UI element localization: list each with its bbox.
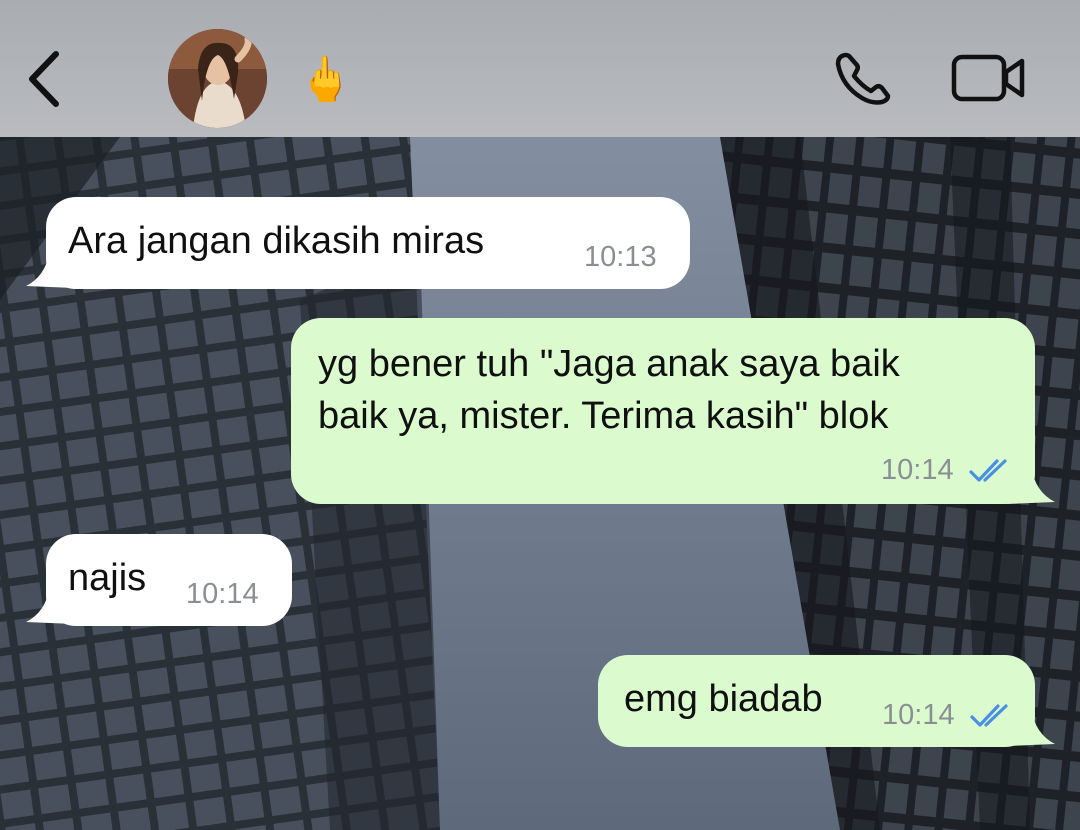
- chevron-left-icon: [29, 51, 59, 107]
- message-bubble-incoming[interactable]: Ara jangan dikasih miras 10:13: [46, 197, 690, 289]
- message-text: emg biadab: [624, 678, 823, 720]
- read-receipt-icon: [970, 704, 1008, 727]
- message-text: najis: [68, 557, 147, 599]
- message-text: yg bener tuh "Jaga anak saya baik baik y…: [318, 343, 900, 437]
- message-timestamp: 10:14: [882, 699, 955, 731]
- contact-name-emoji[interactable]: 🖕: [298, 50, 353, 110]
- message-timestamp: 10:14: [186, 578, 259, 610]
- read-receipt-icon: [969, 459, 1007, 482]
- contact-avatar[interactable]: [168, 29, 267, 128]
- message-timestamp: 10:13: [584, 241, 657, 273]
- avatar-image: [168, 29, 267, 128]
- voice-call-button[interactable]: [832, 48, 896, 108]
- message-timestamp: 10:14: [881, 454, 954, 486]
- message-bubble-incoming[interactable]: najis 10:14: [46, 534, 292, 626]
- chat-header: 🖕: [0, 0, 1080, 137]
- video-call-button[interactable]: [950, 52, 1028, 104]
- phone-icon: [835, 52, 891, 105]
- message-bubble-outgoing[interactable]: emg biadab 10:14: [598, 655, 1035, 747]
- message-text: Ara jangan dikasih miras: [68, 220, 485, 262]
- back-button[interactable]: [22, 48, 72, 110]
- video-camera-icon: [951, 54, 1025, 102]
- message-bubble-outgoing[interactable]: yg bener tuh "Jaga anak saya baik baik y…: [291, 318, 1035, 504]
